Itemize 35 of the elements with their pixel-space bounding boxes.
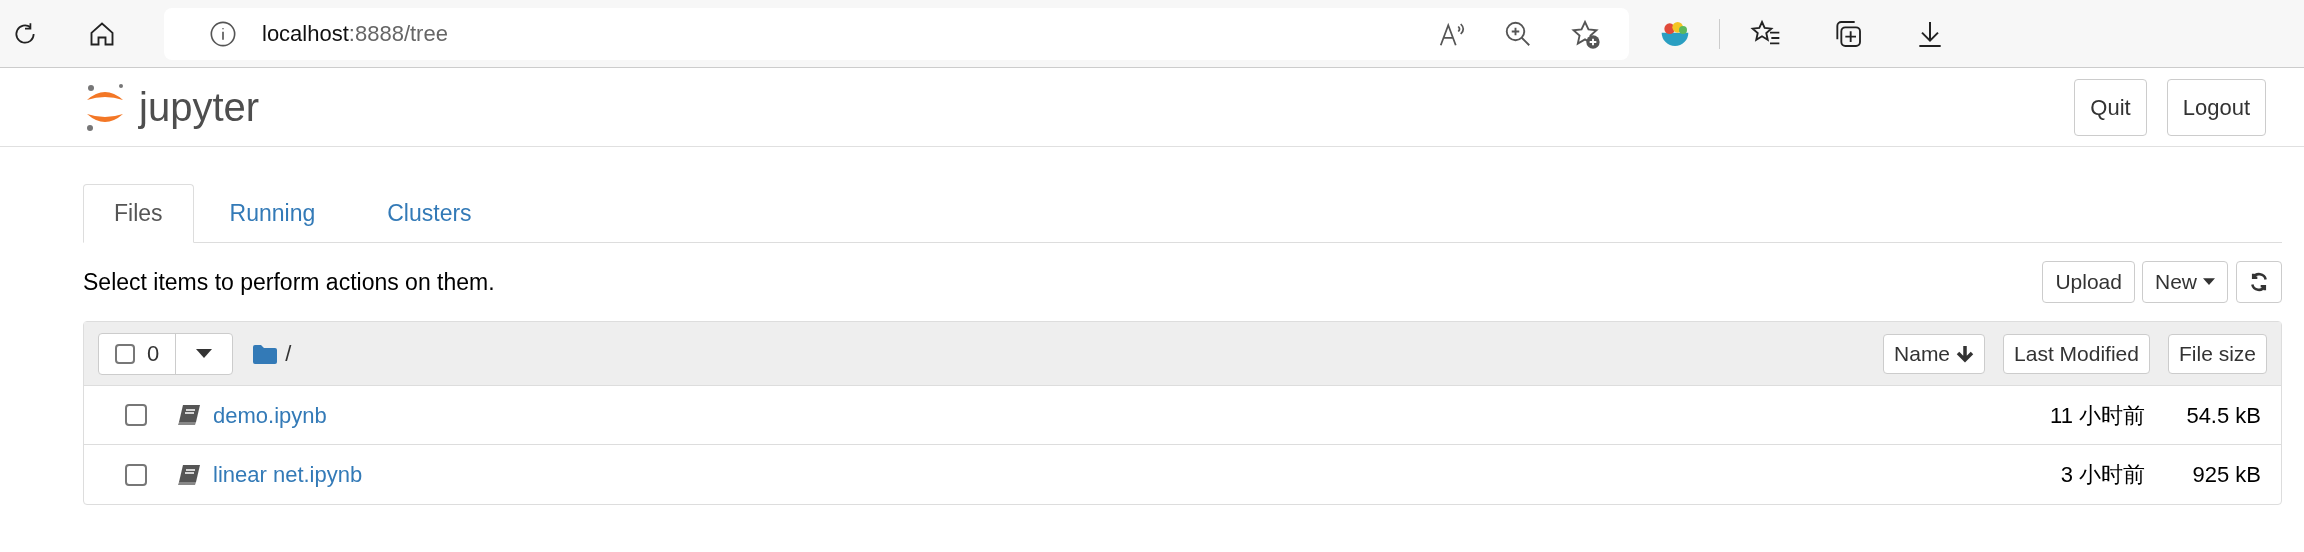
header-button[interactable]: Quit: [2074, 78, 2147, 136]
file-link[interactable]: demo.ipynb: [213, 398, 327, 432]
caret-icon: [2203, 278, 2215, 286]
address-text: localhost:8888/tree: [262, 20, 448, 48]
header-button[interactable]: Logout: [2166, 78, 2266, 136]
checkbox[interactable]: [125, 404, 147, 426]
tab[interactable]: Files: [83, 184, 194, 243]
upload-button[interactable]: Upload: [2042, 261, 2135, 303]
notebook-icon: [177, 463, 201, 486]
notebook-icon: [177, 404, 201, 426]
refresh-icon: [2249, 272, 2269, 292]
folder-icon[interactable]: [253, 343, 278, 364]
modified-time: 11 小时前: [2050, 401, 2145, 430]
file-link[interactable]: linear net.ipynb: [213, 458, 363, 491]
tab[interactable]: Clusters: [351, 184, 508, 243]
file-size: 925 kB: [2191, 461, 2262, 489]
address-bar[interactable]: localhost:8888/tree: [164, 7, 1629, 60]
info-icon[interactable]: [209, 19, 237, 48]
tab[interactable]: Running: [193, 184, 352, 243]
path-text[interactable]: /: [285, 337, 292, 370]
sort-button[interactable]: Last Modified: [2003, 333, 2150, 374]
sort-button[interactable]: File size: [2167, 333, 2267, 374]
new-button[interactable]: New: [2142, 261, 2228, 303]
modified-time: 3 小时前: [2060, 461, 2145, 489]
select-all-control[interactable]: 0: [98, 332, 234, 375]
sort-button[interactable]: Name: [1883, 333, 1986, 374]
checkbox[interactable]: [125, 463, 147, 486]
hint-text: Select items to perform actions on them.: [83, 267, 495, 297]
checkbox[interactable]: [115, 343, 135, 364]
selected-count: 0: [147, 340, 160, 368]
jupyter-logo-text: jupyter: [139, 87, 260, 127]
file-size: 54.5 kB: [2185, 401, 2262, 430]
sort-arrow-icon: [1956, 344, 1975, 363]
caret-icon[interactable]: [196, 348, 213, 359]
refresh-button[interactable]: [2236, 261, 2282, 303]
